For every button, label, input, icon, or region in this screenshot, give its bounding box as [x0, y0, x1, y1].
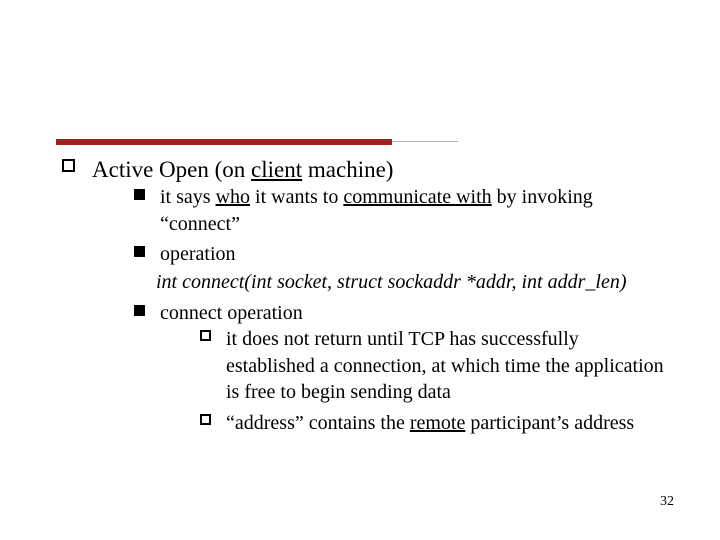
text: “address” contains the [226, 412, 410, 434]
text-underline: who [216, 186, 250, 208]
text: Active Open (on [92, 157, 251, 182]
filled-square-icon [134, 189, 145, 200]
text: it says [160, 186, 216, 208]
slide-body: Active Open (on client machine) it says … [56, 156, 664, 441]
filled-square-icon [134, 305, 145, 316]
bullet-it-says-who: it says who it wants to communicate with… [124, 183, 664, 236]
bullet-operation: operation [124, 240, 664, 267]
hollow-square-icon [200, 414, 211, 425]
bullet-text: connect operation [160, 302, 303, 324]
bullet-no-return: it does not return until TCP has success… [192, 325, 664, 405]
sub-sub-block: it does not return until TCP has success… [160, 325, 664, 435]
text-underline: communicate with [343, 186, 491, 208]
bullet-text: “address” contains the remote participan… [226, 412, 634, 434]
hollow-square-icon [200, 330, 211, 341]
page-number: 32 [660, 494, 674, 510]
text: participant’s address [465, 412, 634, 434]
bullet-connect-operation: connect operation it does not return unt… [124, 299, 664, 436]
title-rule-thin [392, 141, 458, 142]
sub-block: it says who it wants to communicate with… [92, 183, 664, 435]
bullet-active-open: Active Open (on client machine) it says … [56, 156, 664, 435]
text: it wants to [250, 186, 343, 208]
text-underline: client [251, 157, 302, 182]
bullet-text: it does not return until TCP has success… [226, 328, 664, 403]
bullet-text: Active Open (on client machine) [92, 157, 393, 182]
hollow-square-icon [62, 159, 75, 172]
slide: Active Open (on client machine) it says … [0, 0, 720, 540]
text-underline: remote [410, 412, 466, 434]
filled-square-icon [134, 246, 145, 257]
bullet-text: operation [160, 243, 236, 265]
text: machine) [302, 157, 393, 182]
code-connect: int connect(int socket, struct sockaddr … [124, 271, 664, 295]
bullet-address-remote: “address” contains the remote participan… [192, 409, 664, 436]
title-rule [56, 139, 392, 145]
bullet-text: it says who it wants to communicate with… [160, 186, 593, 235]
